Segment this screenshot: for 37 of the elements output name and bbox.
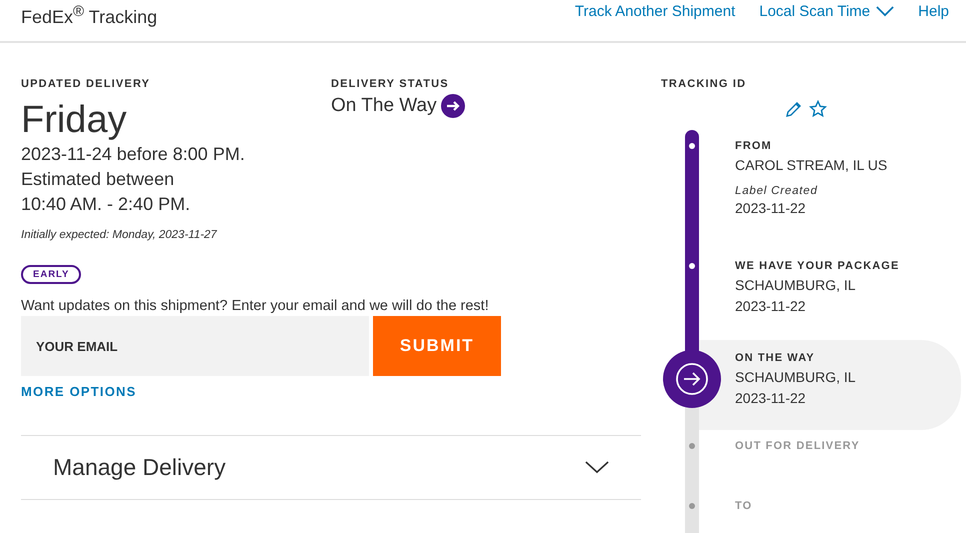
step-location: CAROL STREAM, IL US (735, 156, 888, 175)
step-date: 2023-11-22 (735, 297, 807, 316)
chevron-down-icon (585, 461, 609, 474)
nav-link[interactable]: Track Another Shipment (574, 3, 736, 20)
more-options-link[interactable]: MORE OPTIONS (21, 384, 137, 399)
page-title: FedEx$^{®}$ Tracking (21, 2, 158, 28)
step-location: SCHAUMBURG, IL (735, 276, 857, 295)
step-title: OUT FOR DELIVERY (735, 440, 861, 452)
delivery-time: 10:40 AM. - 2:40 PM. (21, 193, 192, 216)
email-field[interactable]: YOUR EMAIL (21, 316, 369, 376)
delivery-time: 2023-11-24 before 8:00 PM. (21, 143, 246, 166)
step-note: Label Created (735, 185, 819, 197)
manage-delivery-toggle[interactable]: Manage Delivery (21, 435, 641, 500)
initial-estimate: Initially expected: Monday, 2023-11-27 (21, 229, 218, 241)
chevron-down-icon (876, 6, 894, 17)
section-heading: TRACKING ID (661, 78, 748, 90)
early-badge: EARLY (21, 265, 82, 284)
section-heading: DELIVERY STATUS (331, 78, 450, 90)
step-location: SCHAUMBURG, IL (735, 368, 857, 387)
submit-button[interactable]: SUBMIT (373, 316, 501, 376)
step-title: FROM (735, 140, 773, 152)
step-date: 2023-11-22 (735, 389, 807, 408)
delivery-status: On The Way (331, 95, 437, 117)
section-heading: UPDATED DELIVERY (21, 78, 152, 90)
delivery-day: Friday (21, 98, 331, 142)
email-prompt: Want updates on this shipment? Enter your email and we will do the rest! (21, 298, 490, 314)
delivery-time: Estimated between (21, 168, 176, 191)
edit-icon[interactable] (785, 100, 803, 118)
step-date: 2023-11-22 (735, 199, 807, 218)
current-step-icon (663, 350, 721, 408)
step-title: TO (735, 500, 754, 512)
star-icon[interactable] (809, 100, 827, 118)
arrow-circle-icon (440, 94, 465, 118)
step-title: WE HAVE YOUR PACKAGE (735, 260, 900, 272)
nav-link[interactable]: Local Scan Time (759, 3, 894, 20)
step-title: ON THE WAY (735, 352, 816, 364)
nav-link[interactable]: Help (918, 3, 949, 20)
